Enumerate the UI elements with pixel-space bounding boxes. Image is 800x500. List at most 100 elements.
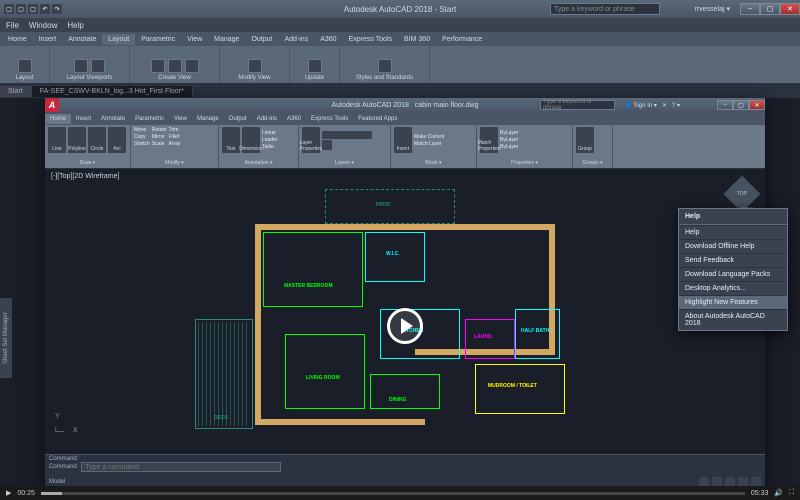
drawing-canvas[interactable]: [-][Top][2D Wireframe] TOP WCS PATIO MAS… xyxy=(45,169,765,454)
itab-parametric[interactable]: Parametric xyxy=(130,114,169,124)
layout-icon[interactable] xyxy=(18,59,32,73)
array-button[interactable]: Array xyxy=(169,141,181,147)
video-play-button[interactable] xyxy=(387,308,423,344)
layer-dropdown[interactable] xyxy=(322,131,372,139)
help-item-feedback[interactable]: Send Feedback xyxy=(679,253,787,267)
doc-tab-start[interactable]: Start xyxy=(0,86,32,97)
tab-addins[interactable]: Add-ins xyxy=(278,34,314,45)
help-item-about[interactable]: About Autodesk AutoCAD 2018 xyxy=(679,309,787,330)
viewport-label[interactable]: [-][Top][2D Wireframe] xyxy=(51,173,119,180)
dimension-button[interactable]: Dimension xyxy=(242,127,260,153)
group-button[interactable]: Group xyxy=(576,127,594,153)
tab-parametric[interactable]: Parametric xyxy=(135,34,181,45)
line-button[interactable]: Line xyxy=(48,127,66,153)
tab-bim360[interactable]: BIM 360 xyxy=(398,34,436,45)
tab-view[interactable]: View xyxy=(181,34,208,45)
inner-maximize-button[interactable]: ▢ xyxy=(733,100,749,110)
tab-output[interactable]: Output xyxy=(245,34,278,45)
autocad-logo-icon[interactable]: A xyxy=(45,98,59,112)
video-progress-bar[interactable] xyxy=(41,492,745,495)
polyline-button[interactable]: Polyline xyxy=(68,127,86,153)
tab-layout[interactable]: Layout xyxy=(102,34,135,45)
menu-window[interactable]: Window xyxy=(29,21,57,30)
fillet-button[interactable]: Fillet xyxy=(169,134,181,140)
itab-featured[interactable]: Featured Apps xyxy=(353,114,402,124)
text-button[interactable]: Text xyxy=(222,127,240,153)
itab-insert[interactable]: Insert xyxy=(71,114,96,124)
update-icon[interactable] xyxy=(308,59,322,73)
tab-insert[interactable]: Insert xyxy=(33,34,63,45)
inner-search-input[interactable]: Type a keyword or phrase xyxy=(540,100,615,110)
layer-on-icon[interactable] xyxy=(322,140,332,150)
sheet-set-manager-tab[interactable]: Sheet Set Manager xyxy=(0,298,12,378)
help-item-langpacks[interactable]: Download Language Packs xyxy=(679,267,787,281)
layer-properties-button[interactable]: Layer Properties xyxy=(302,127,320,153)
tab-home[interactable]: Home xyxy=(2,34,33,45)
video-volume-icon[interactable]: 🔊 xyxy=(774,489,783,497)
qat-new-icon[interactable]: ▢ xyxy=(4,4,14,14)
itab-output[interactable]: Output xyxy=(224,114,252,124)
tab-performance[interactable]: Performance xyxy=(436,34,488,45)
tab-a360[interactable]: A360 xyxy=(314,34,342,45)
help-item-help[interactable]: Help xyxy=(679,225,787,239)
move-button[interactable]: Move xyxy=(134,127,150,133)
viewport-icon[interactable] xyxy=(74,59,88,73)
menu-file[interactable]: File xyxy=(6,21,19,30)
qat-open-icon[interactable]: ▢ xyxy=(16,4,26,14)
tab-manage[interactable]: Manage xyxy=(208,34,245,45)
inner-minimize-button[interactable]: − xyxy=(717,100,733,110)
create-view-icon[interactable] xyxy=(151,59,165,73)
command-input[interactable] xyxy=(81,462,281,472)
color-bylayer[interactable]: ByLayer xyxy=(500,130,550,136)
qat-save-icon[interactable]: ▢ xyxy=(28,4,38,14)
model-tab-button[interactable]: Model xyxy=(49,479,65,485)
copy-button[interactable]: Copy xyxy=(134,134,150,140)
video-play-icon[interactable]: ▶ xyxy=(6,489,11,497)
create-view-icon-2[interactable] xyxy=(168,59,182,73)
inner-close-button[interactable]: ✕ xyxy=(749,100,765,110)
lw-bylayer[interactable]: ByLayer xyxy=(500,137,550,143)
match-layer-button[interactable]: Match Layer xyxy=(414,141,444,147)
help-item-offline[interactable]: Download Offline Help xyxy=(679,239,787,253)
video-fullscreen-icon[interactable]: ⛶ xyxy=(789,489,794,497)
rotate-button[interactable]: Rotate xyxy=(152,127,167,133)
itab-express[interactable]: Express Tools xyxy=(306,114,353,124)
modify-view-icon[interactable] xyxy=(248,59,262,73)
lt-bylayer[interactable]: ByLayer xyxy=(500,144,550,150)
help-item-highlight-features[interactable]: Highlight New Features xyxy=(679,295,787,309)
itab-view[interactable]: View xyxy=(169,114,192,124)
scale-button[interactable]: Scale xyxy=(152,141,167,147)
make-current-button[interactable]: Make Current xyxy=(414,134,444,140)
outer-search-input[interactable]: Type a keyword or phrase xyxy=(550,3,660,15)
inner-signin-menu[interactable]: 👤 Sign In ▾ ✕ ? ▾ xyxy=(624,102,680,109)
mirror-button[interactable]: Mirror xyxy=(152,134,167,140)
qat-undo-icon[interactable]: ↶ xyxy=(40,4,50,14)
outer-user-menu[interactable]: rrvesselaj ▾ xyxy=(695,5,730,13)
stretch-button[interactable]: Stretch xyxy=(134,141,150,147)
tab-annotate[interactable]: Annotate xyxy=(62,34,102,45)
viewport-icon-2[interactable] xyxy=(91,59,105,73)
maximize-button[interactable]: ▢ xyxy=(760,3,780,15)
match-props-button[interactable]: Match Properties xyxy=(480,127,498,153)
menu-help[interactable]: Help xyxy=(67,21,83,30)
tab-express[interactable]: Express Tools xyxy=(343,34,398,45)
table-button[interactable]: Table xyxy=(262,144,278,150)
styles-icon[interactable] xyxy=(378,59,392,73)
help-item-analytics[interactable]: Desktop Analytics... xyxy=(679,281,787,295)
circle-button[interactable]: Circle xyxy=(88,127,106,153)
itab-addins[interactable]: Add-ins xyxy=(252,114,282,124)
insert-block-button[interactable]: Insert xyxy=(394,127,412,153)
itab-a360[interactable]: A360 xyxy=(282,114,306,124)
trim-button[interactable]: Trim xyxy=(169,127,181,133)
itab-annotate[interactable]: Annotate xyxy=(96,114,130,124)
close-button[interactable]: ✕ xyxy=(780,3,800,15)
leader-button[interactable]: Leader xyxy=(262,137,278,143)
minimize-button[interactable]: − xyxy=(740,3,760,15)
itab-manage[interactable]: Manage xyxy=(192,114,224,124)
qat-redo-icon[interactable]: ↷ xyxy=(52,4,62,14)
doc-tab-file[interactable]: FA-SEE_CSWV-BKLN_log...3 Hot_First Floor… xyxy=(32,86,193,97)
itab-home[interactable]: Home xyxy=(45,114,71,124)
linear-button[interactable]: Linear xyxy=(262,130,278,136)
create-view-icon-3[interactable] xyxy=(185,59,199,73)
arc-button[interactable]: Arc xyxy=(108,127,126,153)
